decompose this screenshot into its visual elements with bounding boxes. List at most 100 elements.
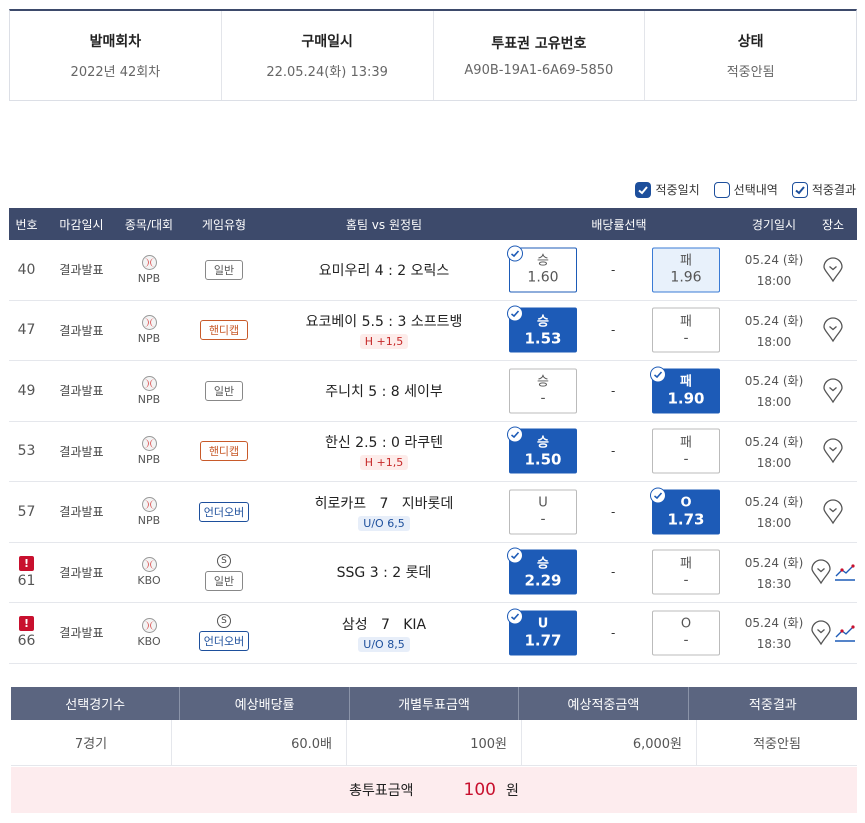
empty-checkbox-icon[interactable] <box>713 181 730 198</box>
row-type: S 언더오버 <box>179 614 269 652</box>
match-text: 삼성 7 KIA <box>341 616 427 633</box>
table-row: ! 61 결과발표 KBO S 일반 SSG 3 : 2 롯데 승 2.29 - 패-… <box>9 543 857 603</box>
legend-hit-label: 적중일치 <box>655 183 700 197</box>
odds-left-button[interactable]: 승 1.60 <box>507 245 577 293</box>
row-close: 결과발표 <box>59 565 104 580</box>
row-type: 일반 <box>179 380 269 401</box>
check-circle-icon <box>507 426 523 443</box>
odds-value: - <box>540 511 546 528</box>
table-row: 53 결과발표 NPB 핸디캡 한신 2.5 : 0 라쿠텐 H +1,5 승 1.… <box>9 422 857 482</box>
row-close: 결과발표 <box>59 323 104 338</box>
under-over-badge: U/O 6,5 <box>358 515 410 531</box>
trend-chart-icon[interactable] <box>834 559 856 585</box>
odds-left-button[interactable]: U 1.77 <box>507 608 577 656</box>
odds-label: 패 <box>680 374 692 390</box>
row-type: 핸디캡 <box>179 441 269 462</box>
summary-header-stake: 개별투표금액 <box>350 687 520 720</box>
row-no: 40 <box>9 262 44 278</box>
row-place <box>809 438 857 464</box>
legend-result[interactable]: 적중결과 <box>791 181 856 198</box>
match-text: SSG 3 : 2 롯데 <box>336 565 432 582</box>
odds-value: 1.77 <box>524 631 562 650</box>
trend-chart-icon[interactable] <box>834 620 856 646</box>
map-pin-icon[interactable] <box>810 620 832 646</box>
odds-value: - <box>683 632 689 649</box>
header-place: 장소 <box>821 217 845 232</box>
status-cell: 상태 적중안됨 <box>645 11 856 100</box>
league-text: KBO <box>137 574 161 588</box>
date-text: 05.24 (화) <box>744 434 804 449</box>
row-odds: 승 2.29 - 패- <box>499 543 739 603</box>
map-pin-icon[interactable] <box>822 438 844 464</box>
map-pin-icon[interactable] <box>822 317 844 343</box>
summary-games: 7경기 <box>11 720 172 765</box>
header-date: 경기일시 <box>751 217 797 232</box>
odds-value: - <box>540 390 546 407</box>
map-pin-icon[interactable] <box>822 257 844 283</box>
games-table: 번호 마감일시 종목/대회 게임유형 홈팀 vs 원정팀 배당률선택 경기일시 … <box>9 208 857 664</box>
row-league: NPB <box>119 315 179 345</box>
odds-left-button[interactable]: 승 1.50 <box>507 426 577 474</box>
row-close: 결과발표 <box>59 384 104 399</box>
row-close: 결과발표 <box>59 505 104 520</box>
row-no: 57 <box>9 504 44 520</box>
row-place <box>809 559 857 585</box>
row-place <box>809 257 857 283</box>
map-pin-icon[interactable] <box>822 378 844 404</box>
purchase-date-value: 22.05.24(화) 13:39 <box>266 65 388 80</box>
odds-right-button[interactable]: O- <box>652 610 720 656</box>
odds-draw: - <box>611 504 616 519</box>
map-pin-icon[interactable] <box>822 499 844 525</box>
checked-checkbox-icon[interactable] <box>635 181 652 198</box>
row-match: 주니치 5 : 8 세이부 <box>269 381 499 401</box>
legend-hit[interactable]: 적중일치 <box>635 181 700 198</box>
table-row: 47 결과발표 NPB 핸디캡 요코베이 5.5 : 3 소프트뱅 H +1,5 … <box>9 301 857 361</box>
odds-left-button[interactable]: U- <box>509 489 577 535</box>
row-odds: 승 1.50 - 패- <box>499 422 739 482</box>
row-no-text: 40 <box>17 261 36 278</box>
row-close: 결과발표 <box>59 626 104 641</box>
legend-selected[interactable]: 선택내역 <box>713 181 778 198</box>
odds-label: 승 <box>537 556 549 572</box>
round-label: 발매회차 <box>89 34 142 50</box>
odds-left-button[interactable]: 승 2.29 <box>507 547 577 595</box>
odds-label: 승 <box>537 374 549 390</box>
alert-icon[interactable]: ! <box>19 616 34 632</box>
header-match: 홈팀 vs 원정팀 <box>345 217 423 232</box>
summary-odds: 60.0배 <box>172 720 347 765</box>
row-match: 한신 2.5 : 0 라쿠텐 H +1,5 <box>269 432 499 471</box>
odds-value: - <box>683 451 689 468</box>
row-place <box>809 317 857 343</box>
row-date: 05.24 (화) 18:00 <box>739 251 809 288</box>
odds-right-button[interactable]: 패 1.96 <box>652 247 720 293</box>
legend: 적중일치 선택내역 적중결과 <box>635 181 856 198</box>
odds-right-button[interactable]: 패 1.90 <box>650 366 720 414</box>
odds-right-button[interactable]: 패- <box>652 307 720 353</box>
header-close: 마감일시 <box>59 217 104 232</box>
odds-right-button[interactable]: 패- <box>652 428 720 474</box>
handicap-badge: H +1,5 <box>359 455 409 471</box>
game-type-tag: 핸디캡 <box>199 441 249 462</box>
row-match: 요미우리 4 : 2 오릭스 <box>269 260 499 280</box>
odds-right-button[interactable]: 패- <box>652 549 720 595</box>
row-odds: 승- - 패 1.90 <box>499 361 739 421</box>
row-no-text: 47 <box>17 322 36 339</box>
date-text: 05.24 (화) <box>744 555 804 570</box>
odds-right-button[interactable]: O 1.73 <box>650 487 720 535</box>
purchase-date-cell: 구매일시 22.05.24(화) 13:39 <box>222 11 434 100</box>
outline-check-icon[interactable] <box>791 181 808 198</box>
total-amount-bar: 총투표금액 100 원 <box>11 767 857 813</box>
odds-value: 1.50 <box>524 450 562 469</box>
row-league: NPB <box>119 436 179 466</box>
odds-left-button[interactable]: 승 1.53 <box>507 305 577 353</box>
odds-left-button[interactable]: 승- <box>509 368 577 414</box>
table-row: 49 결과발표 NPB 일반 주니치 5 : 8 세이부 승- - 패 1.90 … <box>9 361 857 422</box>
summary-payout: 6,000원 <box>522 720 697 765</box>
alert-icon[interactable]: ! <box>19 555 34 571</box>
time-text: 18:30 <box>756 637 792 652</box>
row-odds: 승 1.60 - 패 1.96 <box>499 240 739 300</box>
league-text: NPB <box>137 332 161 346</box>
summary-header-games: 선택경기수 <box>11 687 181 720</box>
row-date: 05.24 (화) 18:00 <box>739 372 809 409</box>
map-pin-icon[interactable] <box>810 559 832 585</box>
